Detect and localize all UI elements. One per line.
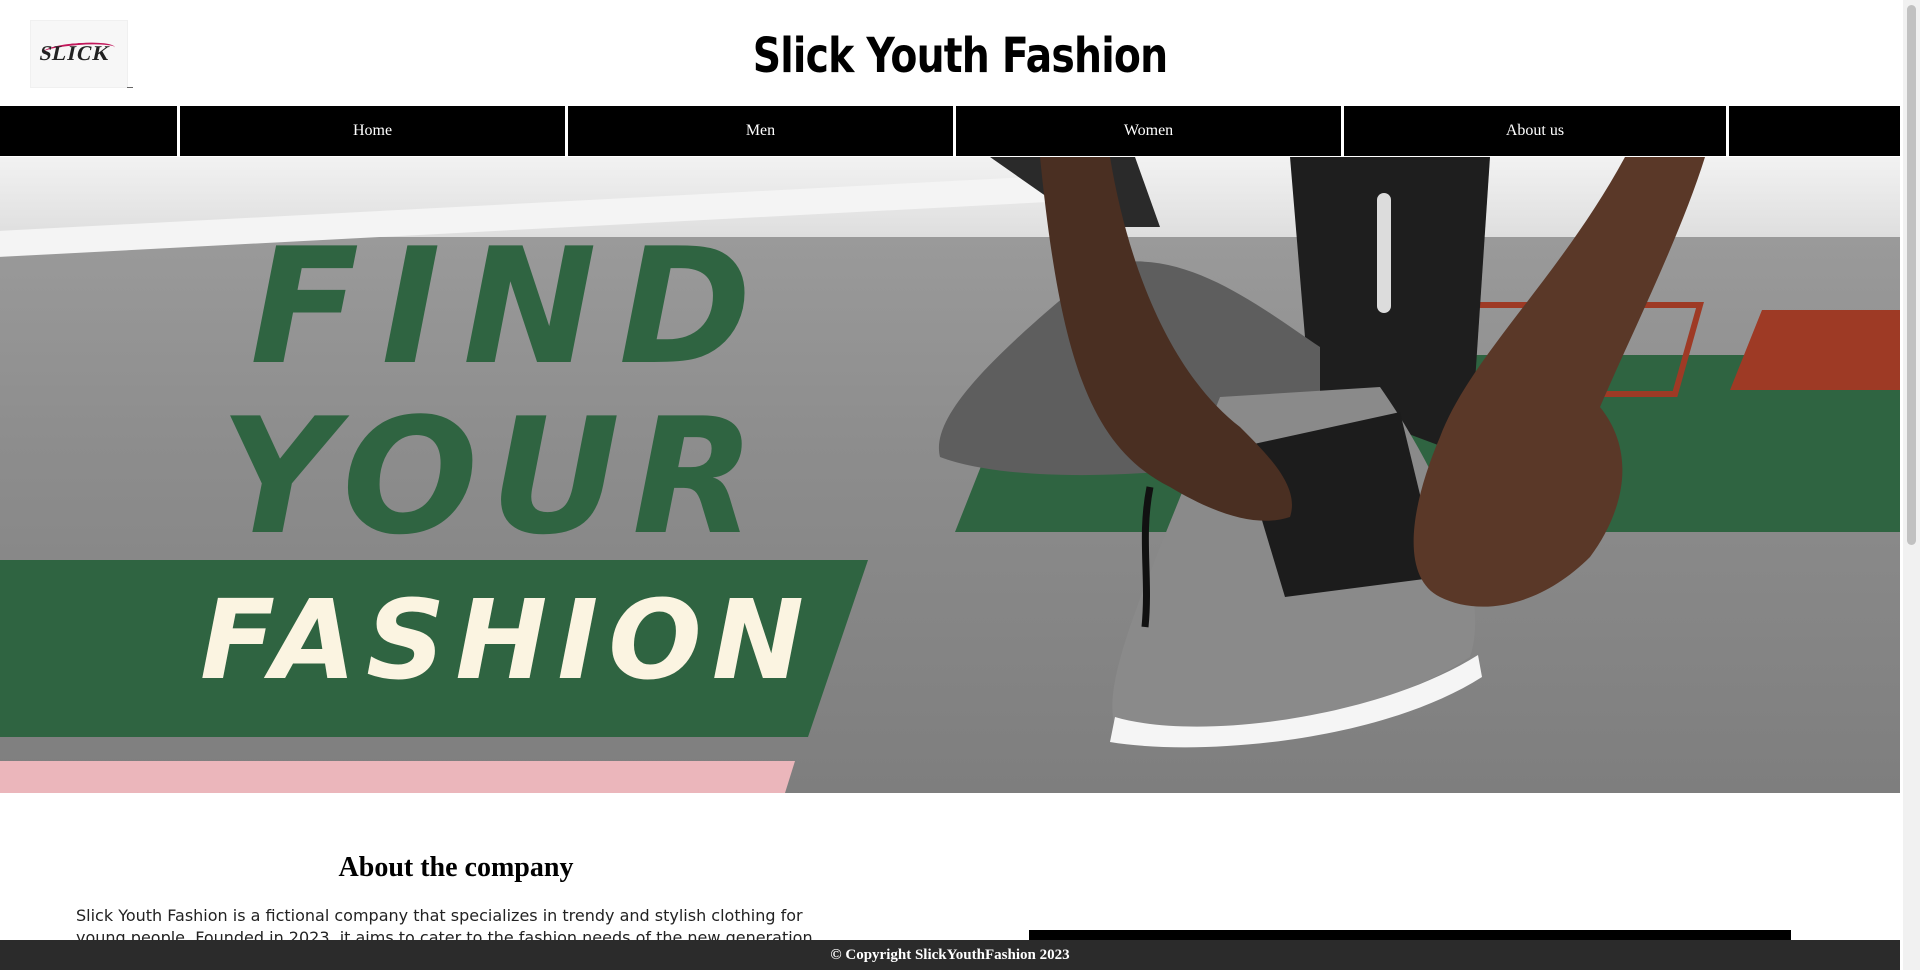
hero-line-your: YOUR	[220, 383, 768, 570]
site-header: SLICK Slick Youth Fashion	[0, 0, 1900, 106]
scrollbar-thumb[interactable]	[1907, 5, 1916, 545]
page-scrollbar[interactable]	[1903, 0, 1920, 970]
main-nav: Home Men Women About us	[0, 106, 1900, 156]
nav-item-about-us[interactable]: About us	[1344, 106, 1726, 156]
site-logo[interactable]: SLICK	[30, 20, 133, 88]
pink-stripe	[0, 761, 795, 793]
about-title: About the company	[338, 852, 574, 883]
hero-banner: FIND YOUR FASHION	[0, 157, 1900, 793]
logo-mark	[127, 87, 133, 88]
nav-item-men[interactable]: Men	[568, 106, 953, 156]
nav-divider	[1726, 106, 1729, 156]
pants-reflective-strip	[1377, 193, 1391, 313]
site-footer: © Copyright SlickYouthFashion 2023	[0, 940, 1900, 970]
shoe-lace-loose	[1141, 486, 1154, 628]
site-title: Slick Youth Fashion	[752, 28, 1168, 84]
nav-item-women[interactable]: Women	[956, 106, 1341, 156]
copyright-text: © Copyright SlickYouthFashion 2023	[830, 946, 1070, 963]
logo-text: SLICK	[37, 41, 114, 65]
hero-line-find: FIND	[250, 213, 774, 400]
hero-line-fashion: FASHION	[200, 576, 814, 704]
nav-item-home[interactable]: Home	[180, 106, 565, 156]
rust-solid-shape	[1730, 310, 1900, 390]
